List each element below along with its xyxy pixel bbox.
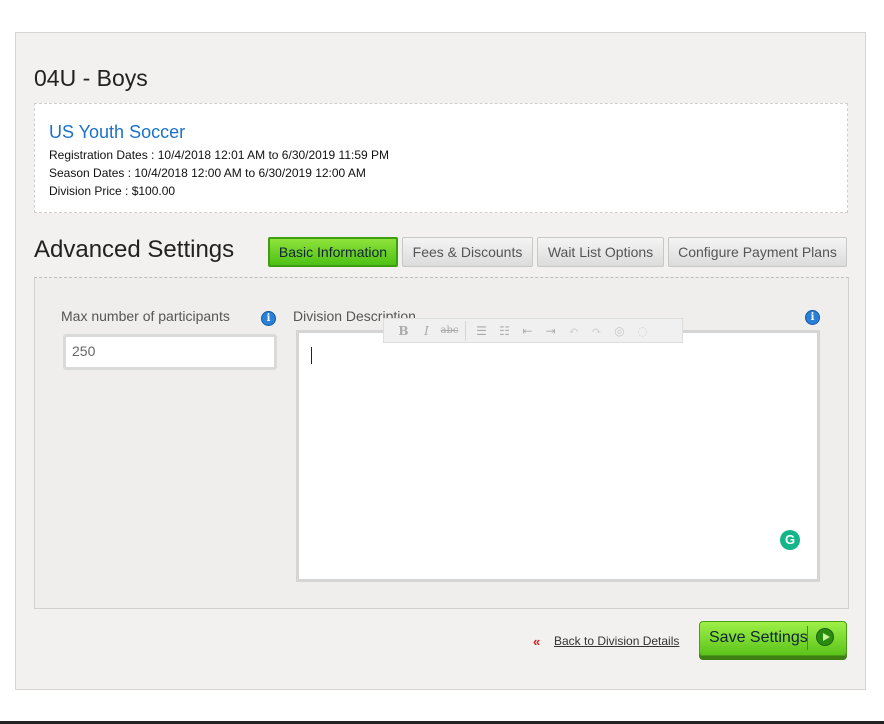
division-settings-panel: 04U - Boys US Youth Soccer Registration … [15, 32, 866, 690]
save-settings-label: Save Settings [709, 629, 808, 646]
grammarly-icon[interactable]: G [780, 530, 800, 550]
tab-basic-information[interactable]: Basic Information [268, 237, 398, 267]
max-participants-input[interactable]: 250 [63, 334, 277, 370]
play-arrow-icon [816, 628, 834, 646]
division-price: Division Price : $100.00 [49, 184, 176, 198]
season-dates: Season Dates : 10/4/2018 12:00 AM to 6/3… [49, 166, 366, 180]
division-title: 04U - Boys [34, 65, 148, 91]
tab-fees-discounts[interactable]: Fees & Discounts [402, 237, 533, 267]
back-to-division-details-link[interactable]: Back to Division Details [554, 634, 679, 648]
unlink-icon[interactable]: ◌ [631, 324, 654, 338]
back-arrow-icon: « [533, 634, 541, 649]
toolbar-divider [465, 320, 466, 341]
text-caret [311, 347, 312, 364]
save-settings-button[interactable]: Save Settings [699, 621, 847, 656]
redo-icon[interactable]: ↷ [585, 324, 608, 338]
advanced-settings-title: Advanced Settings [34, 236, 235, 263]
description-info-icon[interactable]: i [805, 310, 820, 325]
basic-information-section: Max number of participants i 250 Divisio… [34, 277, 849, 609]
strikethrough-icon[interactable]: abc [438, 325, 461, 336]
league-name-link[interactable]: US Youth Soccer [49, 122, 185, 143]
editor-toolbar: B I abc ☰ ☷ ⇤ ⇥ ↶ ↷ ◎ ◌ [383, 318, 683, 343]
division-description-editor[interactable]: G [296, 330, 820, 582]
tab-configure-payment-plans[interactable]: Configure Payment Plans [668, 237, 847, 267]
ordered-list-icon[interactable]: ☰ [470, 324, 493, 338]
bold-icon[interactable]: B [392, 324, 415, 338]
tab-wait-list-options[interactable]: Wait List Options [537, 237, 664, 267]
max-participants-info-icon[interactable]: i [261, 311, 276, 326]
italic-icon[interactable]: I [415, 324, 438, 338]
division-info-box: US Youth Soccer Registration Dates : 10/… [34, 103, 848, 213]
registration-dates: Registration Dates : 10/4/2018 12:01 AM … [49, 148, 390, 162]
unordered-list-icon[interactable]: ☷ [493, 324, 516, 338]
outdent-icon[interactable]: ⇤ [516, 324, 539, 338]
max-participants-label: Max number of participants [61, 308, 230, 324]
save-button-divider [807, 626, 808, 650]
undo-icon[interactable]: ↶ [562, 324, 585, 338]
indent-icon[interactable]: ⇥ [539, 324, 562, 338]
link-icon[interactable]: ◎ [608, 324, 631, 338]
